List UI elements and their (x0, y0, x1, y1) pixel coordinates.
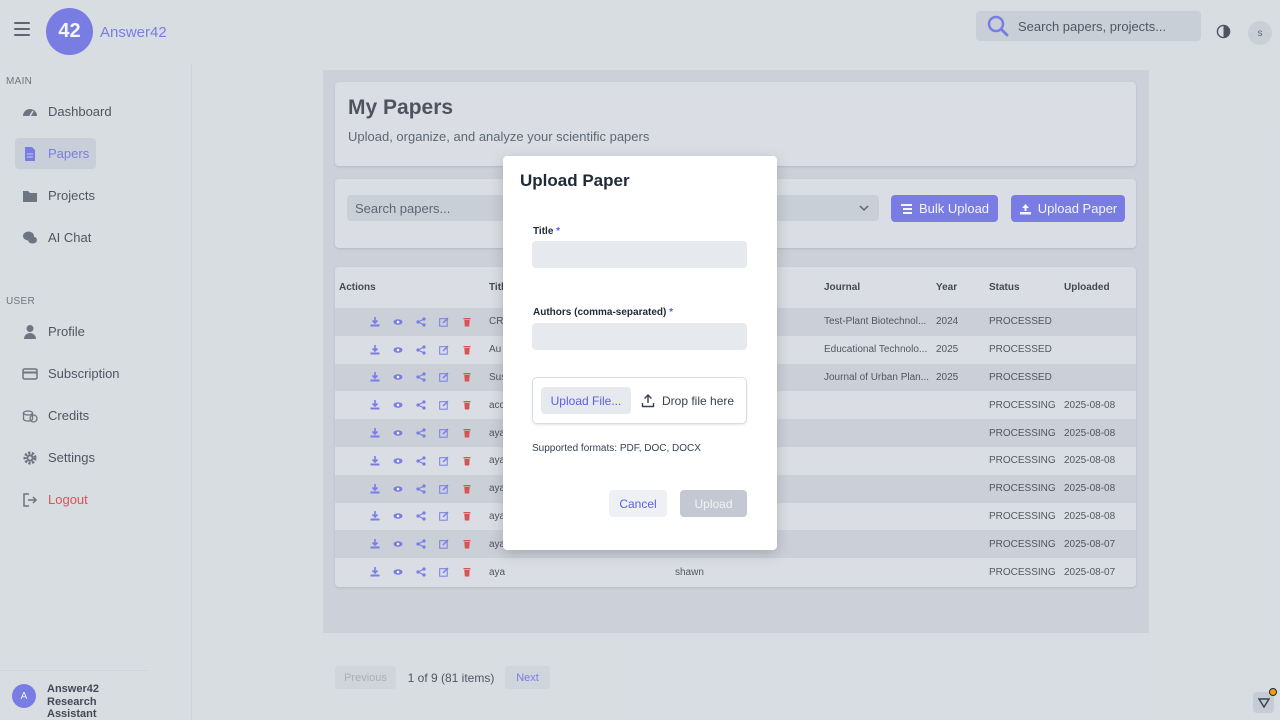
upload-arrow-icon (641, 394, 655, 408)
required-mark: * (669, 307, 674, 318)
title-label-text: Title (533, 226, 554, 237)
authors-field-label: Authors (comma-separated) * (533, 307, 673, 318)
upload-button[interactable]: Upload (680, 490, 747, 517)
drop-file-area[interactable]: Drop file here (641, 387, 734, 414)
dialog-title: Upload Paper (520, 171, 630, 190)
title-input[interactable] (532, 241, 747, 268)
title-field-label: Title * (533, 226, 560, 237)
upload-paper-dialog: Upload Paper Title * Authors (comma-sepa… (503, 156, 777, 550)
upload-file-button[interactable]: Upload File... (541, 387, 631, 414)
drop-file-text: Drop file here (662, 393, 735, 408)
authors-label-text: Authors (comma-separated) (533, 307, 667, 318)
cancel-button[interactable]: Cancel (609, 490, 667, 517)
file-dropzone[interactable]: Upload File... Drop file here (532, 377, 747, 424)
authors-input[interactable] (532, 323, 747, 350)
notification-badge (1269, 688, 1277, 696)
required-mark: * (556, 226, 561, 237)
supported-formats-note: Supported formats: PDF, DOC, DOCX (532, 443, 701, 454)
